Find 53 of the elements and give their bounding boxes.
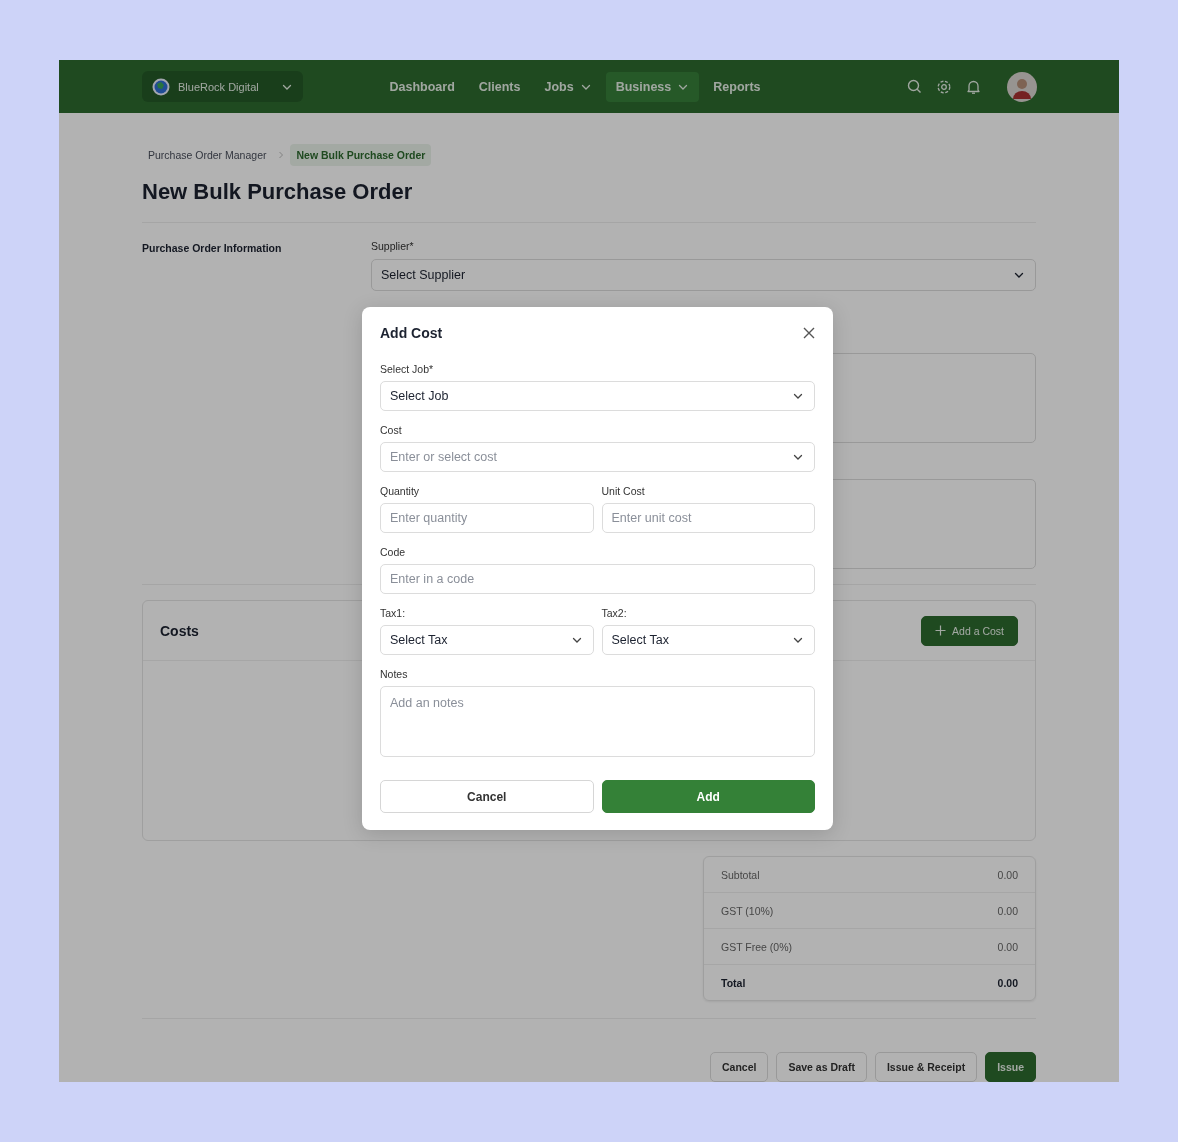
add-cost-button[interactable]: Add a Cost bbox=[921, 615, 1018, 646]
breadcrumb-link[interactable]: New Bulk Purchase Order bbox=[290, 144, 432, 166]
input-field[interactable]: Enter unit cost bbox=[601, 503, 815, 533]
input-field[interactable]: Enter quantity bbox=[380, 503, 594, 533]
field-label: Tax1: bbox=[380, 607, 407, 619]
total-label: Total bbox=[721, 976, 746, 989]
nav-link[interactable]: Jobs bbox=[534, 71, 602, 102]
select-field[interactable]: Select Tax bbox=[601, 625, 815, 655]
input-field[interactable]: Enter in a code bbox=[380, 564, 815, 594]
section-label: Purchase Order Information bbox=[142, 241, 283, 256]
field-label: Supplier* bbox=[371, 240, 415, 252]
field-label: Select Job* bbox=[380, 363, 435, 375]
notes-field[interactable]: Add an notes bbox=[380, 686, 815, 757]
plus-icon bbox=[935, 625, 947, 636]
nav-link[interactable]: Reports bbox=[703, 71, 771, 102]
secondary-button[interactable]: Cancel bbox=[709, 1052, 769, 1082]
total-value: 0.00 bbox=[997, 976, 1018, 989]
panel-title: Costs bbox=[160, 622, 199, 639]
add-button[interactable]: Add bbox=[601, 780, 815, 813]
field-label: Unit Cost bbox=[601, 485, 646, 497]
select-field[interactable]: Enter or select cost bbox=[380, 442, 815, 472]
field-label: Tax2: bbox=[601, 607, 628, 619]
total-label: GST (10%) bbox=[721, 904, 774, 917]
chevron-right-icon bbox=[278, 151, 285, 159]
total-label: GST Free (0%) bbox=[721, 940, 792, 953]
secondary-button[interactable]: Save as Draft bbox=[776, 1052, 867, 1082]
select-field[interactable]: Select Tax bbox=[380, 625, 594, 655]
close-icon[interactable] bbox=[803, 327, 815, 339]
nav-link[interactable]: Clients bbox=[468, 71, 531, 102]
select-field[interactable]: Select Job bbox=[380, 381, 815, 411]
field-label: Code bbox=[380, 546, 407, 558]
field-label: Quantity bbox=[380, 485, 421, 497]
dialog-title: Add Cost bbox=[380, 325, 443, 341]
total-value: 0.00 bbox=[997, 868, 1018, 881]
secondary-button[interactable]: Issue & Receipt bbox=[874, 1052, 978, 1082]
workspace-switcher[interactable]: BlueRock Digital bbox=[142, 71, 303, 102]
supplier-select[interactable]: Select Supplier bbox=[371, 259, 1036, 291]
globe-logo-icon bbox=[152, 77, 170, 96]
total-label: Subtotal bbox=[721, 868, 760, 881]
settings-icon[interactable] bbox=[936, 78, 952, 95]
total-value: 0.00 bbox=[997, 904, 1018, 917]
total-value: 0.00 bbox=[997, 940, 1018, 953]
field-label: Notes bbox=[380, 668, 409, 680]
search-icon[interactable] bbox=[907, 79, 922, 94]
page-title: New Bulk Purchase Order bbox=[142, 179, 414, 205]
nav-link[interactable]: Business bbox=[605, 71, 700, 102]
user-avatar[interactable] bbox=[1007, 71, 1037, 102]
primary-button[interactable]: Issue bbox=[985, 1052, 1036, 1082]
breadcrumb-link[interactable]: Purchase Order Manager bbox=[142, 144, 273, 166]
nav-link[interactable]: Dashboard bbox=[379, 71, 465, 102]
field-label: Cost bbox=[380, 424, 403, 436]
cancel-button[interactable]: Cancel bbox=[380, 780, 594, 813]
notification-bell-icon[interactable] bbox=[966, 78, 981, 95]
